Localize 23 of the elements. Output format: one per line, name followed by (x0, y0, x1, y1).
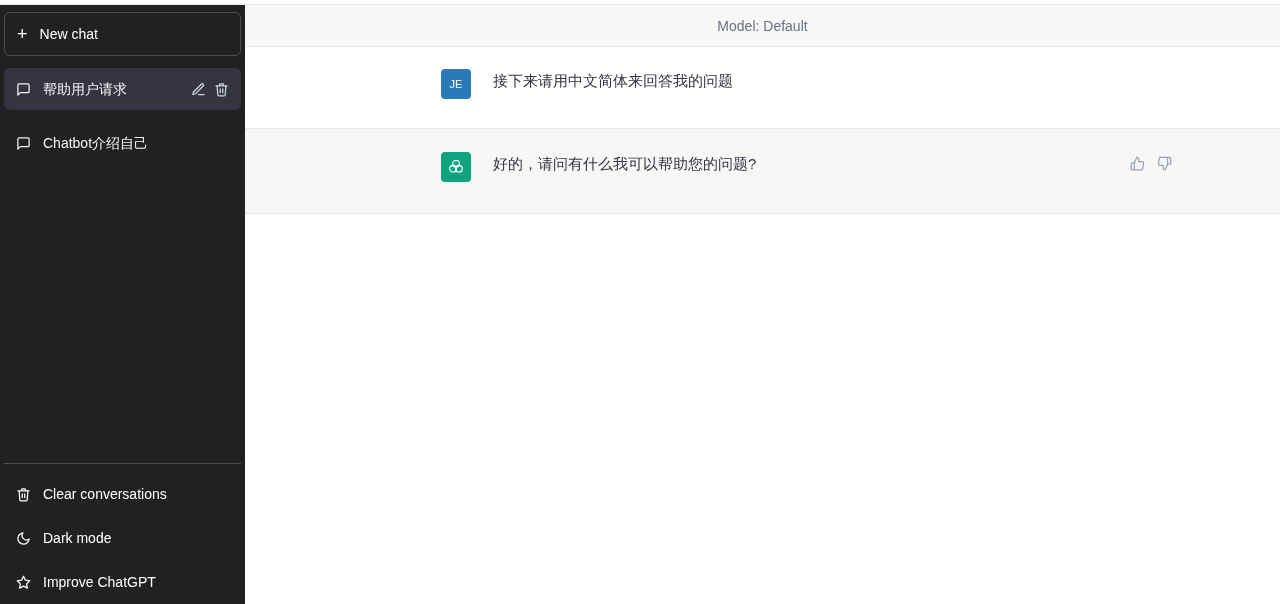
model-label: Model: Default (717, 16, 808, 36)
star-icon (16, 574, 31, 590)
menu-item[interactable]: Improve ChatGPT (4, 560, 241, 604)
assistant-avatar (441, 152, 471, 182)
thumbs-up-icon[interactable] (1130, 156, 1145, 171)
message-text: 接下来请用中文简体来回答我的问题 (493, 71, 734, 91)
trash-icon (16, 486, 31, 502)
conversation-item[interactable]: Chatbot介绍自己 (4, 122, 241, 164)
thumbs-down-icon[interactable] (1157, 156, 1172, 171)
delete-icon[interactable] (214, 81, 229, 97)
menu-item[interactable]: Clear conversations (4, 472, 241, 516)
plus-icon: + (17, 25, 28, 43)
conversation-title: Chatbot介绍自己 (43, 133, 150, 153)
chat-icon (16, 81, 31, 97)
new-chat-button[interactable]: + New chat (4, 12, 241, 56)
moon-icon (16, 530, 31, 546)
user-avatar: JE (441, 69, 471, 99)
conversation-title: 帮助用户请求 (43, 79, 128, 99)
message-text: 好的，请问有什么我可以帮助您的问题? (493, 154, 758, 174)
menu-item[interactable]: Dark mode (4, 516, 241, 560)
conversation-item[interactable]: 帮助用户请求 (4, 68, 241, 110)
chat-icon (16, 135, 31, 151)
edit-icon[interactable] (191, 81, 206, 97)
